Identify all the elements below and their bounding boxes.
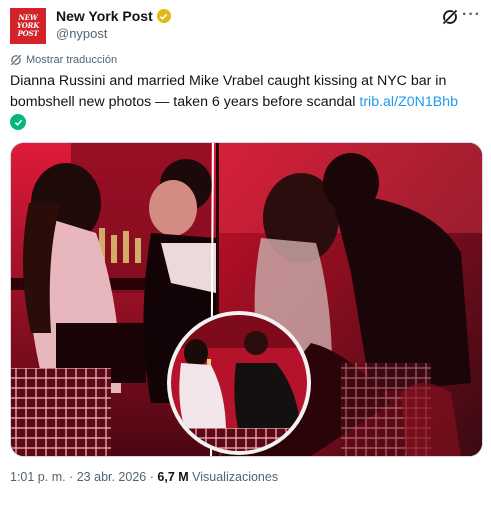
tweet-date[interactable]: 23 abr. 2026: [77, 470, 147, 484]
check-circle-icon: [10, 114, 26, 130]
grok-icon[interactable]: [441, 8, 459, 26]
tweet-time[interactable]: 1:01 p. m.: [10, 470, 66, 484]
views-label: Visualizaciones: [192, 470, 279, 484]
photo-illustration: [11, 143, 482, 456]
tweet-meta: 1:01 p. m. · 23 abr. 2026 · 6,7 M Visual…: [10, 470, 278, 484]
views-count: 6,7 M: [157, 470, 189, 484]
avatar[interactable]: NEW YORK POST: [10, 8, 46, 44]
display-name[interactable]: New York Post: [56, 8, 153, 24]
translate-icon: [10, 54, 22, 66]
name-row: New York Post: [56, 8, 171, 24]
tweet-header: NEW YORK POST New York Post @nypost ···: [10, 6, 481, 46]
tweet-link[interactable]: trib.al/Z0N1Bhb: [359, 94, 458, 110]
tweet-text: Dianna Russini and married Mike Vrabel c…: [10, 71, 482, 113]
avatar-line-3: POST: [17, 29, 39, 38]
more-icon[interactable]: ···: [462, 6, 481, 24]
handle[interactable]: @nypost: [56, 26, 108, 41]
tweet-photo[interactable]: [10, 142, 483, 457]
meta-separator-2: ·: [149, 470, 154, 484]
verified-badge-icon: [156, 9, 171, 23]
meta-separator: ·: [69, 470, 74, 484]
translate-label[interactable]: Mostrar traducción: [26, 54, 117, 66]
translate-row[interactable]: Mostrar traducción: [10, 54, 117, 66]
